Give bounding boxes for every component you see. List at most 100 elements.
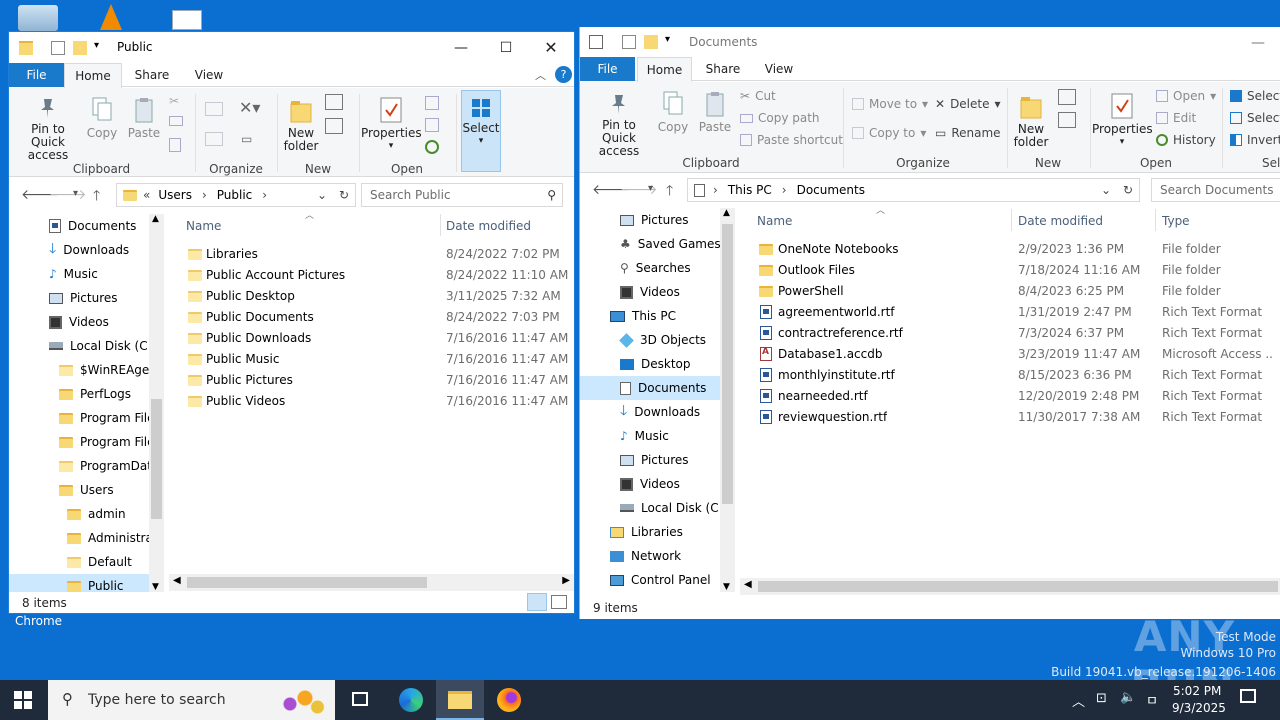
file-row[interactable]: Public Account Pictures 8/24/2022 11:10 … [172, 265, 568, 286]
nav-scrollbar[interactable]: ▲ ▼ [149, 214, 164, 592]
rename-icon[interactable]: ▭ [241, 132, 252, 146]
column-header-date-modified[interactable]: Date modified [446, 219, 531, 233]
file-row[interactable]: Public Desktop 3/11/2025 7:32 AM [172, 286, 562, 307]
nav-item-pictures[interactable]: Pictures [620, 208, 689, 232]
breadcrumb-users[interactable]: Users [158, 188, 192, 202]
cut-button[interactable]: ✂ Cut [740, 89, 776, 103]
breadcrumb-this-pc[interactable]: This PC [728, 183, 772, 197]
nav-item-control-panel[interactable]: Control Panel [610, 568, 711, 592]
new-folder-quick-icon[interactable] [644, 35, 658, 49]
select-all-button[interactable]: Select [1230, 89, 1280, 103]
nav-item-local-disk[interactable]: Local Disk (C:) [49, 334, 149, 358]
clock-time[interactable]: 5:02 PM [1173, 684, 1221, 698]
properties-quick-icon[interactable] [51, 41, 65, 55]
search-input[interactable]: Search Public ⚲ [361, 183, 563, 207]
minimize-button[interactable]: — [438, 32, 484, 63]
properties-quick-icon[interactable] [622, 35, 636, 49]
nav-item-documents[interactable]: Documents [580, 376, 720, 400]
new-folder-button[interactable]: New folder [281, 96, 321, 153]
history-icon[interactable] [425, 140, 439, 154]
nav-item-this-pc[interactable]: This PC [610, 304, 676, 328]
history-button[interactable]: History [1156, 133, 1216, 147]
properties-button[interactable]: Properties ▾ [1092, 92, 1153, 149]
move-to-icon[interactable] [205, 102, 223, 116]
copy-button[interactable]: Copy [657, 90, 689, 134]
breadcrumb-public[interactable]: Public [217, 188, 253, 202]
properties-button[interactable]: Properties ▾ [361, 96, 422, 153]
document-desktop-icon[interactable] [172, 10, 202, 30]
title-bar[interactable]: ▾ Documents — [580, 27, 1280, 58]
copy-path-icon[interactable] [169, 116, 183, 126]
easy-access-icon[interactable] [325, 118, 343, 134]
tab-view[interactable]: View [181, 63, 237, 87]
taskbar-search-input[interactable]: ⚲ Type here to search [48, 680, 335, 720]
delete-icon[interactable]: ✕▾ [239, 98, 260, 117]
new-folder-quick-icon[interactable] [73, 41, 87, 55]
address-bar[interactable]: « Users › Public › ⌄ ↻ [116, 183, 356, 207]
nav-item-administrator[interactable]: Administrat [67, 526, 149, 550]
network-tray-icon[interactable]: ⊡ [1096, 691, 1107, 706]
nav-item-music[interactable]: ♪ Music [620, 424, 669, 448]
recycle-bin-icon[interactable] [18, 5, 58, 31]
firefox-icon[interactable] [497, 688, 521, 712]
copy-button[interactable]: Copy [86, 96, 118, 140]
new-folder-button[interactable]: New folder [1011, 92, 1051, 149]
large-icons-view-icon[interactable] [551, 595, 567, 609]
tab-share[interactable]: Share [124, 63, 180, 87]
column-header-name[interactable]: Name [186, 219, 221, 233]
chevron-right-icon[interactable]: › [713, 183, 718, 197]
column-header-type[interactable]: Type [1162, 214, 1190, 228]
refresh-icon[interactable]: ↻ [339, 188, 349, 202]
new-item-icon[interactable] [1058, 89, 1076, 105]
file-row[interactable]: Public Documents 8/24/2022 7:03 PM [172, 307, 562, 328]
up-button[interactable]: 🡑 [93, 185, 100, 209]
nav-item-downloads[interactable]: 🡓 Downloads [620, 400, 700, 424]
cut-icon[interactable]: ✂ [169, 94, 179, 108]
delete-button[interactable]: ✕ Delete ▾ [935, 97, 1001, 111]
chrome-desktop-label[interactable]: Chrome [15, 614, 62, 628]
address-bar[interactable]: › This PC › Documents ⌄ ↻ [687, 178, 1140, 202]
vlc-icon[interactable] [100, 4, 122, 30]
file-row[interactable]: Libraries 8/24/2022 7:02 PM [172, 244, 562, 265]
search-input[interactable]: Search Documents [1151, 178, 1280, 202]
show-hidden-icons-icon[interactable]: ︿ [1072, 691, 1085, 710]
copy-to-button[interactable]: Copy to ▾ [852, 126, 926, 140]
breadcrumb-prefix[interactable]: « [143, 188, 150, 202]
nav-item-pictures[interactable]: Pictures [49, 286, 118, 310]
forward-button[interactable]: 🡒 [49, 186, 87, 203]
column-header-name[interactable]: Name [757, 214, 792, 228]
easy-access-icon[interactable] [1058, 112, 1076, 128]
help-icon[interactable]: ? [555, 66, 572, 83]
file-row[interactable]: reviewquestion.rtf 11/30/2017 7:38 AM Ri… [743, 407, 1278, 428]
file-row[interactable]: OneNote Notebooks 2/9/2023 1:36 PM File … [743, 239, 1278, 260]
file-explorer-taskbar-icon[interactable] [436, 680, 484, 720]
nav-item-desktop[interactable]: Desktop [620, 352, 691, 376]
file-row[interactable]: agreementworld.rtf 1/31/2019 2:47 PM Ric… [743, 302, 1278, 323]
file-row[interactable]: Public Music 7/16/2016 11:47 AM [172, 349, 568, 370]
windows-start-icon[interactable] [14, 691, 32, 709]
nav-item-videos[interactable]: Videos [620, 280, 680, 304]
file-row[interactable]: PowerShell 8/4/2023 6:25 PM File folder [743, 281, 1278, 302]
nav-item-videos-2[interactable]: Videos [620, 472, 680, 496]
nav-item-pictures-2[interactable]: Pictures [620, 448, 689, 472]
minimize-button[interactable]: — [1235, 27, 1280, 58]
file-row[interactable]: Database1.accdb 3/23/2019 11:47 AM Micro… [743, 344, 1278, 365]
nav-item-winreagent[interactable]: $WinREAgent [59, 358, 149, 382]
select-button[interactable]: Select ▾ [461, 90, 501, 172]
nav-item-music[interactable]: ♪ Music [49, 262, 98, 286]
edit-icon[interactable] [425, 118, 439, 132]
nav-item-default[interactable]: Default [67, 550, 132, 574]
nav-item-libraries[interactable]: Libraries [610, 520, 683, 544]
nav-item-documents[interactable]: Documents [49, 214, 136, 238]
nav-item-programdata[interactable]: ProgramData [59, 454, 149, 478]
up-button[interactable]: 🡑 [666, 180, 673, 204]
tab-file[interactable]: File [580, 57, 635, 81]
paste-button[interactable]: Paste [697, 90, 733, 134]
nav-item-local-disk[interactable]: Local Disk (C:) [620, 496, 720, 520]
file-row[interactable]: monthlyinstitute.rtf 8/15/2023 6:36 PM R… [743, 365, 1278, 386]
input-method-icon[interactable]: ㅁ [1146, 690, 1158, 709]
file-row[interactable]: nearneeded.rtf 12/20/2019 2:48 PM Rich T… [743, 386, 1278, 407]
quick-access-dropdown-icon[interactable]: ▾ [94, 40, 99, 51]
details-view-icon[interactable] [527, 593, 547, 611]
task-view-icon[interactable] [352, 692, 368, 706]
